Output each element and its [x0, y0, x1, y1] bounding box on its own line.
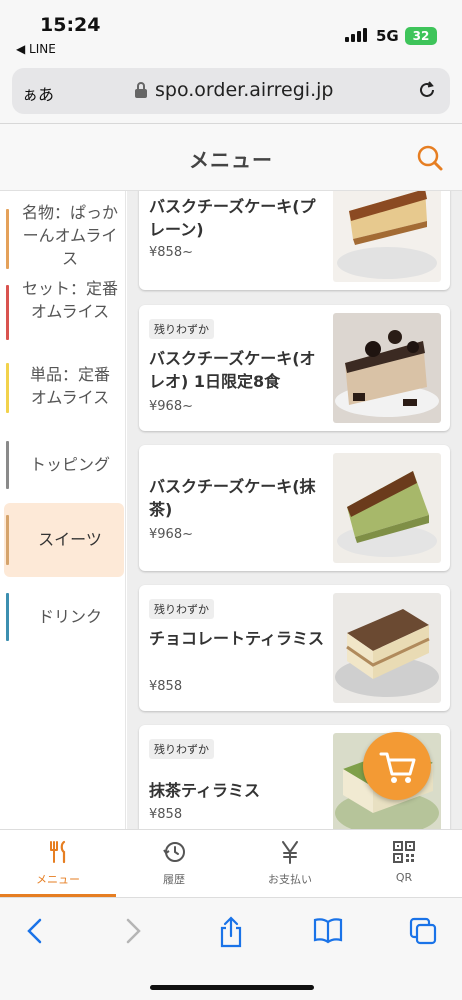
page-title: メニュー	[189, 148, 273, 172]
home-indicator	[150, 985, 314, 990]
product-price: ¥858~	[149, 245, 193, 260]
tab-label: お支払い	[268, 873, 312, 886]
cart-button[interactable]	[363, 732, 431, 800]
status-bar: 15:24 ◀ LINE 5G 32	[0, 0, 462, 62]
history-icon	[163, 842, 185, 862]
category-item-active[interactable]: スイーツ	[4, 503, 124, 577]
tabs-icon[interactable]	[408, 916, 438, 946]
back-to-app-link[interactable]: ◀ LINE	[16, 42, 56, 56]
share-icon[interactable]	[216, 916, 246, 948]
category-sidebar: 名物：ぱっかーんオムライス セット：定番オムライス 単品：定番オムライス トッピ…	[0, 191, 126, 829]
address-bar[interactable]: ぁあ spo.order.airregi.jp	[12, 68, 450, 114]
cart-icon	[379, 752, 416, 783]
battery-icon: 32	[405, 27, 437, 45]
back-icon[interactable]	[22, 916, 48, 946]
category-label: ドリンク	[37, 607, 102, 626]
tab-menu[interactable]: メニュー	[0, 830, 116, 898]
page-header: メニュー	[0, 124, 462, 191]
product-card[interactable]: バスクチーズケーキ(抹茶) ¥968~	[139, 445, 450, 571]
tab-label: 履歴	[163, 873, 185, 886]
lock-icon	[135, 82, 147, 98]
clock: 15:24	[40, 14, 101, 36]
product-card[interactable]: 残りわずか バスクチーズケーキ(オレオ) 1日限定8食 ¥968~	[139, 305, 450, 431]
product-price: ¥858	[149, 679, 183, 694]
yen-icon	[282, 841, 298, 864]
product-price: ¥858	[149, 807, 183, 822]
page-settings-button[interactable]: ぁあ	[22, 81, 54, 105]
product-image	[333, 453, 441, 563]
reload-icon[interactable]	[416, 79, 438, 101]
product-name: 抹茶ティラミス	[149, 781, 261, 800]
network-type: 5G	[376, 27, 399, 45]
app-tab-bar: メニュー 履歴 お支払い QR	[0, 829, 462, 898]
category-label: 名物：ぱっかーんオムライス	[22, 203, 119, 268]
browser-address-area: ぁあ spo.order.airregi.jp	[0, 62, 462, 124]
bookmarks-icon[interactable]	[312, 916, 344, 946]
product-image	[333, 191, 441, 282]
category-item[interactable]: トッピング	[4, 437, 124, 493]
tab-label: メニュー	[36, 873, 80, 886]
product-name: チョコレートティラミス	[149, 629, 325, 648]
category-item[interactable]: 単品：定番オムライス	[4, 357, 124, 417]
category-label: 単品：定番オムライス	[29, 365, 110, 407]
category-item[interactable]: セット：定番オムライス	[4, 277, 124, 347]
low-stock-badge: 残りわずか	[149, 739, 214, 759]
tab-label: QR	[395, 871, 413, 884]
product-price: ¥968~	[149, 527, 193, 542]
signal-icon	[345, 28, 369, 42]
fork-knife-icon	[50, 840, 66, 864]
product-name: バスクチーズケーキ(抹茶)	[149, 477, 316, 519]
search-icon[interactable]	[416, 144, 444, 172]
low-stock-badge: 残りわずか	[149, 599, 214, 619]
tab-qr[interactable]: QR	[346, 830, 462, 898]
category-label: スイーツ	[38, 530, 102, 549]
tab-payment[interactable]: お支払い	[232, 830, 348, 898]
category-label: トッピング	[29, 455, 110, 474]
product-name: バスクチーズケーキ(プレーン)	[149, 197, 316, 239]
qr-code-icon	[393, 841, 415, 863]
product-card[interactable]: バスクチーズケーキ(プレーン) ¥858~	[139, 191, 450, 290]
category-item[interactable]: ドリンク	[4, 591, 124, 647]
category-label: セット：定番オムライス	[22, 279, 119, 321]
low-stock-badge: 残りわずか	[149, 319, 214, 339]
product-image	[333, 313, 441, 423]
product-price: ¥968~	[149, 399, 193, 414]
forward-icon[interactable]	[120, 916, 146, 946]
product-card[interactable]: 残りわずか チョコレートティラミス ¥858	[139, 585, 450, 711]
product-name: バスクチーズケーキ(オレオ) 1日限定8食	[149, 349, 316, 391]
category-item[interactable]: 名物：ぱっかーんオムライス	[4, 199, 124, 279]
url-text[interactable]: spo.order.airregi.jp	[155, 79, 333, 101]
tab-history[interactable]: 履歴	[116, 830, 232, 898]
product-image	[333, 593, 441, 703]
